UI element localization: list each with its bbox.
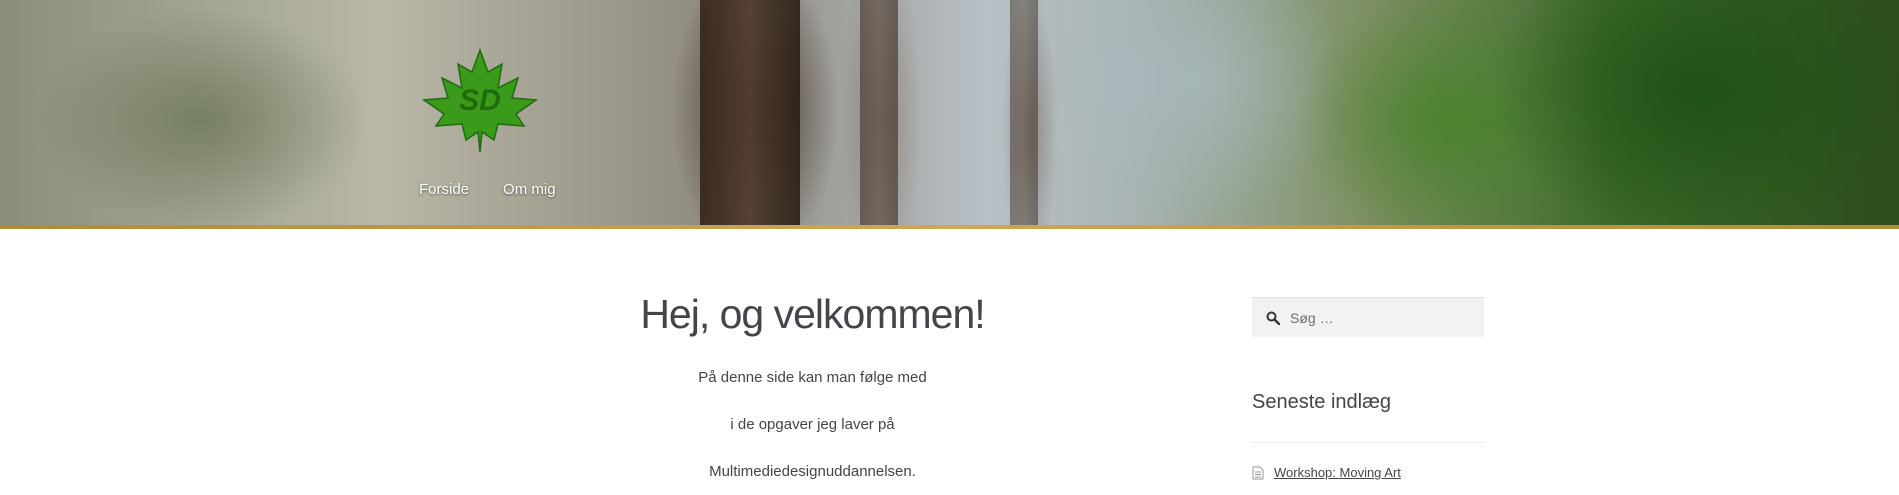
sidebar: Seneste indlæg Workshop: Moving Art xyxy=(1252,297,1484,480)
tree-trunk xyxy=(700,0,800,229)
main-navigation: Forside Om mig xyxy=(419,181,556,198)
maple-leaf-logo[interactable]: SD xyxy=(420,48,540,154)
recent-post-link[interactable]: Workshop: Moving Art xyxy=(1274,465,1401,480)
search-icon[interactable] xyxy=(1266,311,1280,325)
search-form xyxy=(1252,297,1484,338)
intro-paragraph: i de opgaver jeg laver på xyxy=(730,416,895,434)
recent-posts-title: Seneste indlæg xyxy=(1252,391,1484,443)
tree-trunk xyxy=(1010,0,1038,229)
nav-item-om-mig[interactable]: Om mig xyxy=(503,181,556,198)
document-icon xyxy=(1252,466,1264,479)
list-item: Workshop: Moving Art xyxy=(1252,465,1484,480)
tree-trunk xyxy=(860,0,898,229)
search-input[interactable] xyxy=(1288,298,1482,338)
intro-paragraph: På denne side kan man følge med xyxy=(698,369,927,387)
page-title: Hej, og velkommen! xyxy=(640,291,985,337)
logo-text: SD xyxy=(459,84,501,117)
main-content: Hej, og velkommen! På denne side kan man… xyxy=(540,290,1085,481)
intro-paragraph: Multimediedesignuddannelsen. xyxy=(709,463,916,481)
site-header: SD Forside Om mig xyxy=(0,0,1899,229)
nav-item-forside[interactable]: Forside xyxy=(419,181,469,198)
